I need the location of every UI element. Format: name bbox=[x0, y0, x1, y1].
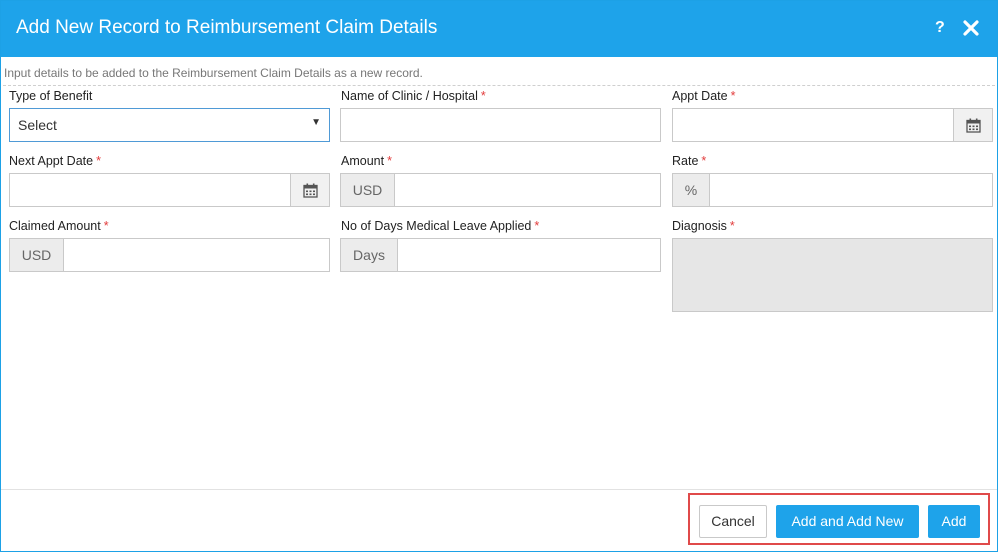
rate-percent-addon: % bbox=[672, 173, 710, 207]
dialog-titlebar: Add New Record to Reimbursement Claim De… bbox=[1, 1, 997, 57]
cancel-button[interactable]: Cancel bbox=[699, 505, 767, 538]
next-appt-date-input[interactable] bbox=[9, 173, 291, 207]
close-icon[interactable] bbox=[961, 17, 981, 39]
appt-date-calendar-button[interactable] bbox=[953, 108, 993, 142]
clinic-input[interactable] bbox=[340, 108, 661, 142]
help-icon[interactable]: ? bbox=[935, 18, 945, 38]
calendar-icon bbox=[966, 118, 981, 133]
dialog-title: Add New Record to Reimbursement Claim De… bbox=[16, 17, 438, 38]
medical-leave-days-addon: Days bbox=[340, 238, 398, 272]
next-appt-date-label: Next Appt Date * bbox=[9, 154, 101, 168]
type-of-benefit-select[interactable]: Select ▼ bbox=[9, 108, 330, 142]
amount-input[interactable] bbox=[394, 173, 661, 207]
appt-date-input[interactable] bbox=[672, 108, 954, 142]
add-record-dialog: Add New Record to Reimbursement Claim De… bbox=[0, 0, 998, 552]
description-divider bbox=[3, 85, 995, 86]
medical-leave-label: No of Days Medical Leave Applied * bbox=[341, 219, 540, 233]
appt-date-label: Appt Date * bbox=[672, 89, 736, 103]
rate-input[interactable] bbox=[709, 173, 993, 207]
calendar-icon bbox=[303, 183, 318, 198]
claimed-amount-currency-addon: USD bbox=[9, 238, 64, 272]
diagnosis-textarea[interactable] bbox=[672, 238, 993, 312]
amount-currency-addon: USD bbox=[340, 173, 395, 207]
claimed-amount-input[interactable] bbox=[63, 238, 330, 272]
type-of-benefit-value: Select bbox=[18, 117, 57, 133]
footer-divider bbox=[1, 489, 997, 490]
chevron-down-icon: ▼ bbox=[311, 117, 321, 128]
amount-label: Amount * bbox=[341, 154, 392, 168]
clinic-label: Name of Clinic / Hospital * bbox=[341, 89, 486, 103]
medical-leave-input[interactable] bbox=[397, 238, 661, 272]
claimed-amount-label: Claimed Amount * bbox=[9, 219, 109, 233]
dialog-description: Input details to be added to the Reimbur… bbox=[4, 66, 423, 80]
rate-label: Rate * bbox=[672, 154, 707, 168]
add-and-add-new-button[interactable]: Add and Add New bbox=[776, 505, 919, 538]
add-button[interactable]: Add bbox=[928, 505, 980, 538]
next-appt-date-calendar-button[interactable] bbox=[290, 173, 330, 207]
diagnosis-label: Diagnosis * bbox=[672, 219, 735, 233]
type-of-benefit-label: Type of Benefit bbox=[9, 89, 93, 103]
